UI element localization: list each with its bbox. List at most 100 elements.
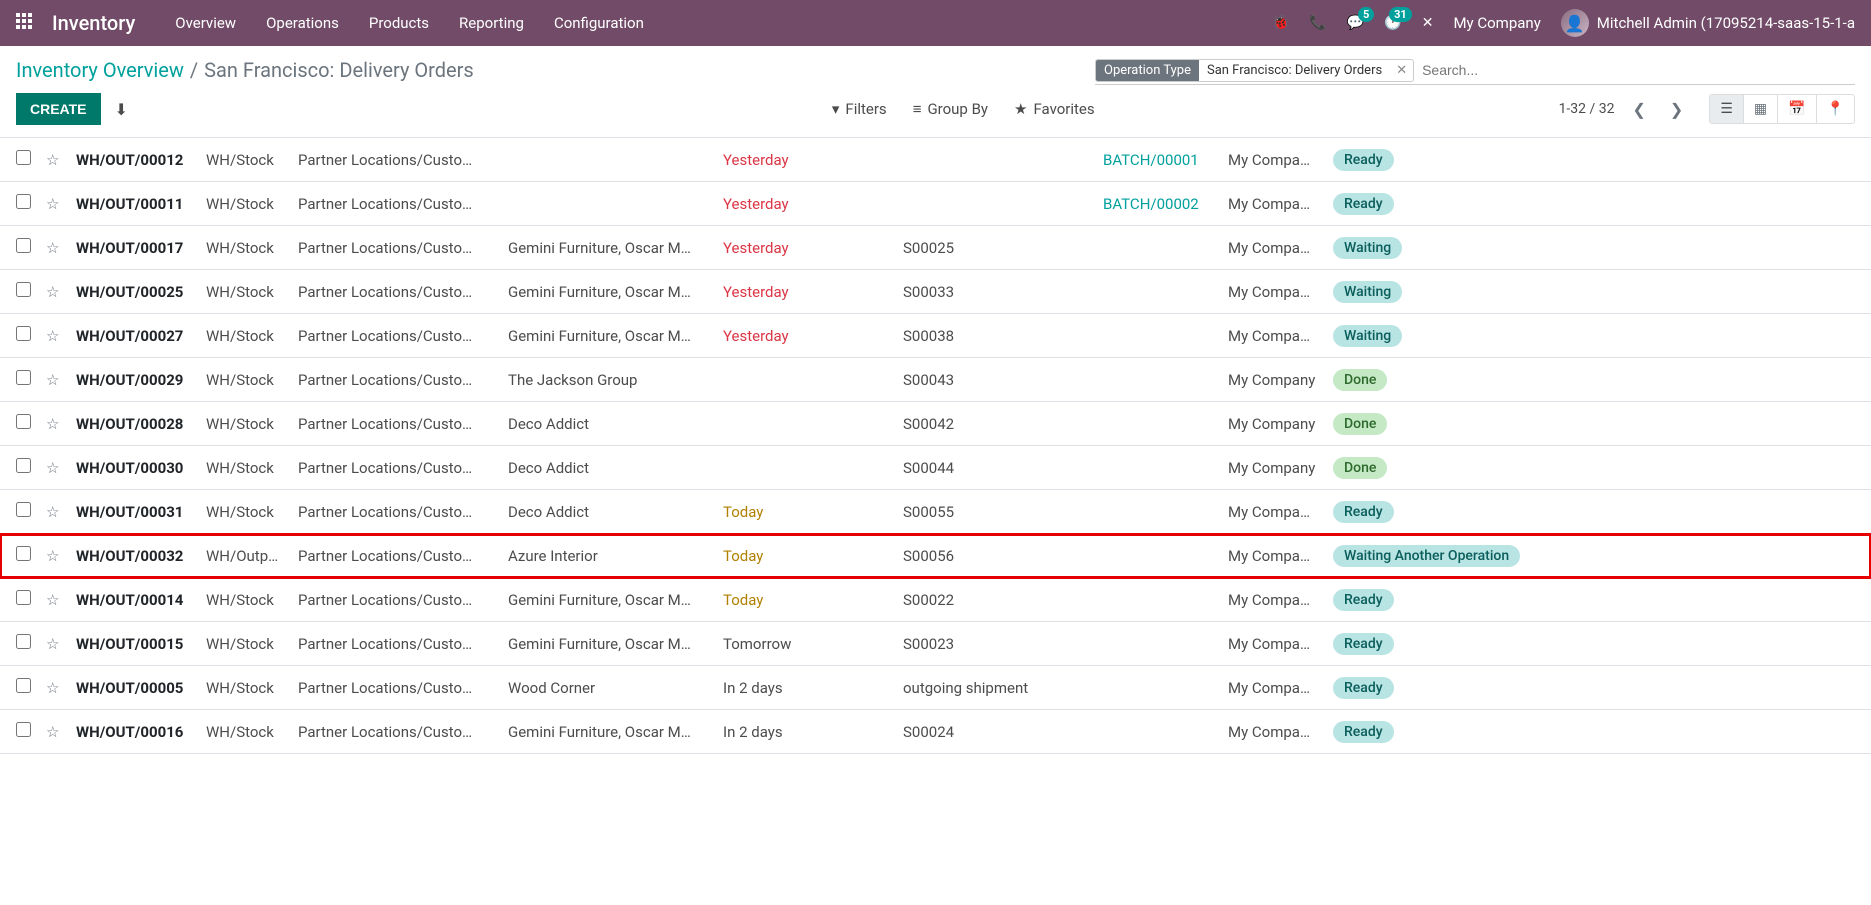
- search-tag-remove[interactable]: ✕: [1390, 60, 1413, 81]
- filters-button[interactable]: ▾Filters: [832, 100, 887, 118]
- row-from: WH/Stock: [206, 371, 298, 389]
- row-checkbox[interactable]: [16, 502, 46, 521]
- search-input[interactable]: [1414, 58, 1855, 82]
- row-reference: WH/OUT/00029: [76, 371, 206, 389]
- table-row[interactable]: ☆ WH/OUT/00030 WH/Stock Partner Location…: [0, 446, 1871, 490]
- row-checkbox[interactable]: [16, 194, 46, 213]
- row-checkbox[interactable]: [16, 546, 46, 565]
- row-star[interactable]: ☆: [46, 415, 76, 433]
- row-to: Partner Locations/Custo…: [298, 151, 508, 169]
- row-company: My Compa…: [1228, 151, 1333, 169]
- row-star[interactable]: ☆: [46, 591, 76, 609]
- table-row[interactable]: ☆ WH/OUT/00014 WH/Stock Partner Location…: [0, 578, 1871, 622]
- row-company: My Compa…: [1228, 503, 1333, 521]
- row-company: My Company: [1228, 415, 1333, 433]
- table-row[interactable]: ☆ WH/OUT/00015 WH/Stock Partner Location…: [0, 622, 1871, 666]
- row-star[interactable]: ☆: [46, 503, 76, 521]
- phone-icon[interactable]: 📞: [1309, 15, 1326, 31]
- download-icon[interactable]: ⬇: [115, 100, 128, 119]
- table-row[interactable]: ☆ WH/OUT/00005 WH/Stock Partner Location…: [0, 666, 1871, 710]
- row-batch[interactable]: BATCH/00001: [1103, 151, 1228, 169]
- tools-icon[interactable]: ✕: [1422, 15, 1434, 31]
- row-checkbox[interactable]: [16, 150, 46, 169]
- row-date: Yesterday: [723, 327, 903, 345]
- row-star[interactable]: ☆: [46, 547, 76, 565]
- view-map[interactable]: 📍: [1817, 95, 1854, 123]
- row-contact: Gemini Furniture, Oscar M…: [508, 283, 723, 301]
- menu-overview[interactable]: Overview: [175, 14, 236, 32]
- favorites-button[interactable]: ★Favorites: [1014, 100, 1095, 118]
- table-row[interactable]: ☆ WH/OUT/00029 WH/Stock Partner Location…: [0, 358, 1871, 402]
- user-menu[interactable]: 👤 Mitchell Admin (17095214-saas-15-1-a: [1561, 9, 1855, 37]
- row-source: S00055: [903, 503, 1103, 521]
- row-to: Partner Locations/Custo…: [298, 503, 508, 521]
- row-checkbox[interactable]: [16, 634, 46, 653]
- row-checkbox[interactable]: [16, 282, 46, 301]
- table-row[interactable]: ☆ WH/OUT/00017 WH/Stock Partner Location…: [0, 226, 1871, 270]
- pager-prev[interactable]: ❮: [1627, 96, 1652, 123]
- row-contact: Gemini Furniture, Oscar M…: [508, 723, 723, 741]
- row-star[interactable]: ☆: [46, 195, 76, 213]
- company-selector[interactable]: My Company: [1453, 14, 1540, 32]
- row-checkbox[interactable]: [16, 458, 46, 477]
- row-star[interactable]: ☆: [46, 327, 76, 345]
- app-brand[interactable]: Inventory: [52, 11, 135, 35]
- create-button[interactable]: CREATE: [16, 93, 101, 125]
- table-row[interactable]: ☆ WH/OUT/00028 WH/Stock Partner Location…: [0, 402, 1871, 446]
- menu-operations[interactable]: Operations: [266, 14, 339, 32]
- row-reference: WH/OUT/00005: [76, 679, 206, 697]
- row-checkbox[interactable]: [16, 238, 46, 257]
- table-row[interactable]: ☆ WH/OUT/00011 WH/Stock Partner Location…: [0, 182, 1871, 226]
- row-checkbox[interactable]: [16, 326, 46, 345]
- row-company: My Compa…: [1228, 547, 1333, 565]
- table-row[interactable]: ☆ WH/OUT/00032 WH/Outp… Partner Location…: [0, 534, 1871, 578]
- row-checkbox[interactable]: [16, 678, 46, 697]
- row-to: Partner Locations/Custo…: [298, 635, 508, 653]
- star-icon: ★: [1014, 100, 1027, 118]
- breadcrumb-root[interactable]: Inventory Overview: [16, 58, 184, 82]
- view-calendar[interactable]: 📅: [1778, 95, 1816, 123]
- row-checkbox[interactable]: [16, 370, 46, 389]
- menu-configuration[interactable]: Configuration: [554, 14, 644, 32]
- row-from: WH/Stock: [206, 239, 298, 257]
- pager-next[interactable]: ❯: [1664, 96, 1689, 123]
- row-from: WH/Stock: [206, 679, 298, 697]
- row-status: Waiting Another Operation: [1333, 545, 1855, 567]
- row-checkbox[interactable]: [16, 590, 46, 609]
- activity-icon[interactable]: 🕐31: [1384, 15, 1401, 31]
- table-row[interactable]: ☆ WH/OUT/00025 WH/Stock Partner Location…: [0, 270, 1871, 314]
- view-kanban[interactable]: ▦: [1744, 95, 1778, 123]
- row-star[interactable]: ☆: [46, 459, 76, 477]
- row-star[interactable]: ☆: [46, 723, 76, 741]
- row-from: WH/Stock: [206, 151, 298, 169]
- table-row[interactable]: ☆ WH/OUT/00016 WH/Stock Partner Location…: [0, 710, 1871, 754]
- row-star[interactable]: ☆: [46, 679, 76, 697]
- row-reference: WH/OUT/00032: [76, 547, 206, 565]
- row-star[interactable]: ☆: [46, 239, 76, 257]
- row-from: WH/Stock: [206, 635, 298, 653]
- row-star[interactable]: ☆: [46, 371, 76, 389]
- menu-products[interactable]: Products: [369, 14, 429, 32]
- view-list[interactable]: ☰: [1710, 95, 1744, 123]
- groupby-button[interactable]: ≡Group By: [913, 100, 988, 118]
- row-company: My Compa…: [1228, 239, 1333, 257]
- row-from: WH/Stock: [206, 415, 298, 433]
- menu-reporting[interactable]: Reporting: [459, 14, 524, 32]
- search-box[interactable]: Operation Type San Francisco: Delivery O…: [1095, 58, 1855, 85]
- bug-icon[interactable]: 🐞: [1272, 15, 1289, 31]
- row-star[interactable]: ☆: [46, 635, 76, 653]
- row-checkbox[interactable]: [16, 722, 46, 741]
- row-batch[interactable]: BATCH/00002: [1103, 195, 1228, 213]
- apps-icon[interactable]: [16, 13, 36, 33]
- row-from: WH/Stock: [206, 195, 298, 213]
- row-company: My Compa…: [1228, 591, 1333, 609]
- row-star[interactable]: ☆: [46, 283, 76, 301]
- table-row[interactable]: ☆ WH/OUT/00027 WH/Stock Partner Location…: [0, 314, 1871, 358]
- row-source: S00022: [903, 591, 1103, 609]
- row-star[interactable]: ☆: [46, 151, 76, 169]
- table-row[interactable]: ☆ WH/OUT/00031 WH/Stock Partner Location…: [0, 490, 1871, 534]
- pager-text[interactable]: 1-32 / 32: [1559, 101, 1615, 117]
- table-row[interactable]: ☆ WH/OUT/00012 WH/Stock Partner Location…: [0, 138, 1871, 182]
- row-checkbox[interactable]: [16, 414, 46, 433]
- messages-icon[interactable]: 💬5: [1347, 15, 1364, 31]
